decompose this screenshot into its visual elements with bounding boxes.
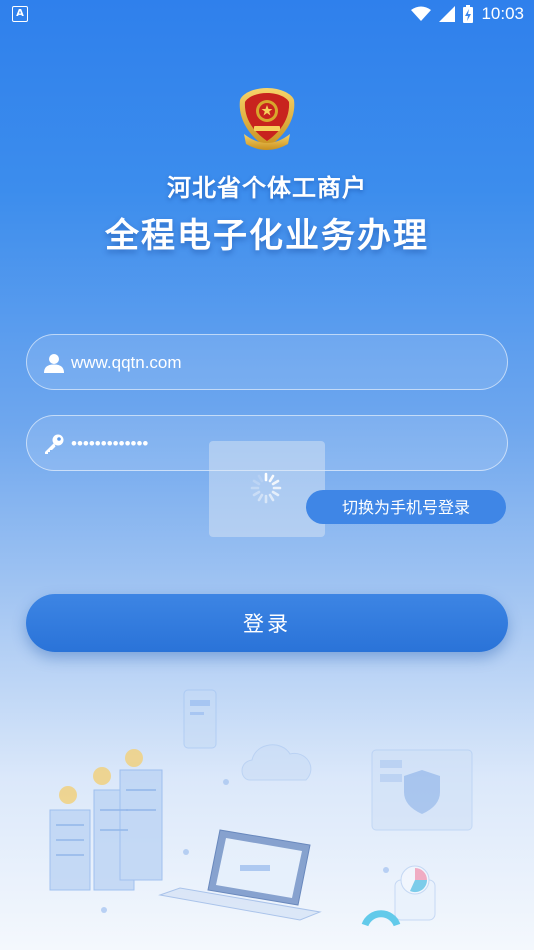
- key-icon: [45, 434, 64, 454]
- wifi-icon: [411, 6, 432, 21]
- app-title-line1: 河北省个体工商户: [167, 174, 367, 202]
- username-input[interactable]: [69, 347, 473, 379]
- login-button[interactable]: 登录: [26, 594, 508, 652]
- status-time: 10:03: [481, 4, 524, 23]
- username-field[interactable]: [26, 334, 508, 390]
- user-icon: [44, 354, 64, 373]
- decorative-illustration: [49, 689, 473, 927]
- battery-charging-icon: [463, 5, 474, 23]
- cell-signal-icon: [439, 6, 456, 22]
- spinner-icon: [250, 472, 282, 504]
- app-notification-icon: A: [12, 6, 28, 22]
- national-emblem-icon: [239, 88, 295, 150]
- status-bar: A 10:03: [0, 0, 534, 28]
- login-screen: A 10:03 河北省个体工商户 全程电子化业务办理 www.qqtn.com …: [0, 0, 534, 950]
- status-icons: 10:03: [411, 2, 524, 26]
- app-title-line2: 全程电子化业务办理: [105, 216, 429, 256]
- switch-to-phone-login-button[interactable]: 切换为手机号登录: [306, 490, 506, 524]
- loading-indicator: [209, 441, 325, 537]
